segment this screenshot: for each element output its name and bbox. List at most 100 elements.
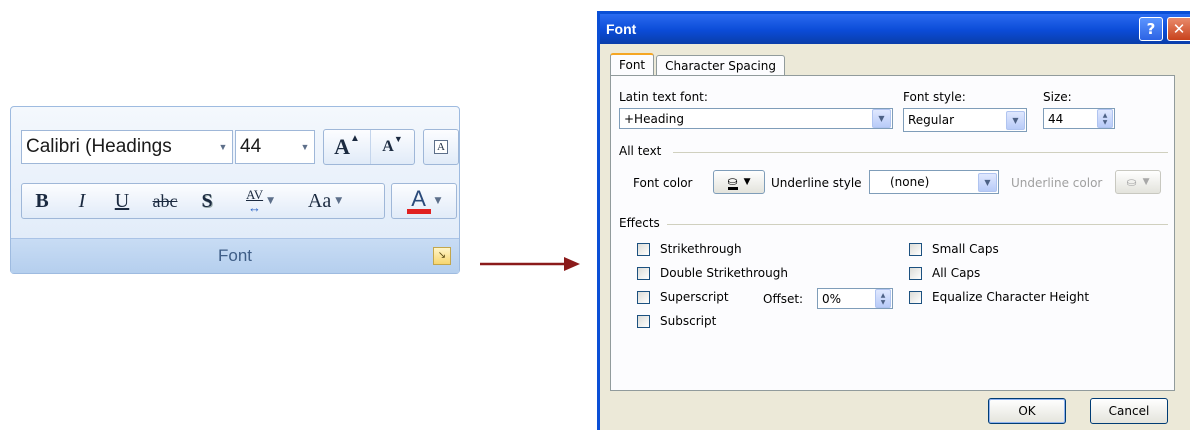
- size-input[interactable]: 44 ▲ ▼: [1043, 108, 1115, 129]
- strikethrough-button[interactable]: abc: [142, 184, 188, 218]
- underline-style-value: (none): [890, 175, 930, 189]
- clear-format-group: A: [423, 129, 459, 165]
- all-text-divider: [673, 152, 1168, 153]
- subscript-checkbox[interactable]: Subscript: [637, 314, 716, 328]
- tab-character-spacing[interactable]: Character Spacing: [656, 55, 785, 76]
- effects-divider: [667, 224, 1168, 225]
- change-case-button[interactable]: Aa ▼: [294, 184, 356, 218]
- tab-font-label: Font: [619, 58, 646, 72]
- cancel-label: Cancel: [1108, 404, 1150, 418]
- chevron-down-icon[interactable]: ▼: [435, 196, 442, 206]
- shrink-font-button[interactable]: A ▼: [370, 130, 414, 164]
- shadow-button[interactable]: S: [188, 184, 226, 218]
- size-label: Size:: [1043, 90, 1072, 104]
- checkbox-box[interactable]: [637, 290, 650, 304]
- underline-button[interactable]: U: [102, 184, 142, 218]
- ribbon-group-label: Font: [11, 238, 459, 273]
- eraser-icon: A: [434, 140, 448, 154]
- character-spacing-button[interactable]: AV ↔ ▼: [226, 184, 294, 218]
- bold-button[interactable]: B: [22, 184, 62, 218]
- superscript-label: Superscript: [660, 290, 729, 304]
- shadow-icon: S: [201, 189, 213, 212]
- dialog-launcher-icon[interactable]: ↘: [433, 247, 451, 265]
- chevron-down-icon[interactable]: ▼: [744, 177, 751, 187]
- ok-button[interactable]: OK: [988, 398, 1066, 424]
- checkbox-box[interactable]: [637, 314, 650, 328]
- help-icon: ?: [1146, 20, 1156, 38]
- checkbox-box[interactable]: [909, 290, 922, 304]
- close-icon: ✕: [1172, 20, 1186, 38]
- strikethrough-icon: abc: [152, 190, 178, 211]
- latin-font-label: Latin text font:: [619, 90, 708, 104]
- grow-font-button[interactable]: A ▲: [324, 130, 370, 164]
- cancel-button[interactable]: Cancel: [1090, 398, 1168, 424]
- checkbox-box[interactable]: [637, 266, 650, 280]
- tab-font[interactable]: Font: [610, 53, 655, 77]
- font-color-button[interactable]: A ▼: [392, 184, 456, 218]
- tab-strip: Font Character Spacing: [610, 52, 787, 77]
- bold-icon: B: [35, 189, 49, 212]
- chevron-down-icon[interactable]: ▼: [1143, 177, 1150, 187]
- paint-bucket-icon: ⛀: [1126, 175, 1137, 189]
- clear-formatting-button[interactable]: A: [424, 130, 458, 164]
- chevron-down-icon[interactable]: ▼: [296, 142, 314, 152]
- offset-label: Offset:: [763, 292, 804, 306]
- chevron-down-icon[interactable]: ▼: [1006, 110, 1025, 130]
- checkbox-box[interactable]: [909, 242, 922, 256]
- font-dialog: Font ? ✕ Font Character Spacing Latin te…: [597, 11, 1190, 430]
- font-size-combo[interactable]: 44 ▼: [235, 130, 315, 164]
- checkbox-box[interactable]: [909, 266, 922, 280]
- latin-font-select[interactable]: +Heading ▼: [619, 108, 893, 129]
- font-size-value: 44: [240, 136, 262, 157]
- font-color-icon: A: [411, 185, 426, 211]
- help-button[interactable]: ?: [1139, 17, 1163, 41]
- checkbox-box[interactable]: [637, 242, 650, 256]
- change-case-icon: Aa: [307, 189, 332, 212]
- all-caps-checkbox[interactable]: All Caps: [909, 266, 980, 280]
- chevron-down-icon[interactable]: ▼: [267, 196, 274, 206]
- superscript-checkbox[interactable]: Superscript: [637, 290, 729, 304]
- font-color-picker[interactable]: ⛀ ▼: [713, 170, 765, 194]
- latin-font-value: +Heading: [624, 111, 684, 126]
- font-color-group: A ▼: [391, 183, 457, 219]
- chevron-down-icon[interactable]: ▼: [978, 172, 997, 192]
- ribbon-row-2: B I U abc S AV ↔ ▼ Aa ▼ A ▼: [21, 183, 457, 219]
- spinner-icon[interactable]: ▲ ▼: [1097, 109, 1113, 128]
- close-button[interactable]: ✕: [1167, 17, 1190, 41]
- ribbon-row-1: Calibri (Headings ▼ 44 ▼ A ▲ A ▼ A: [21, 129, 459, 165]
- dialog-title: Font: [606, 21, 637, 37]
- font-color-swatch: [406, 208, 431, 214]
- font-style-select[interactable]: Regular ▼: [903, 108, 1027, 132]
- font-style-label: Font style:: [903, 90, 966, 104]
- chevron-down-icon[interactable]: ▼: [214, 142, 232, 152]
- grow-shrink-group: A ▲ A ▼: [323, 129, 415, 165]
- chevron-down-icon[interactable]: ▼: [335, 196, 342, 206]
- all-text-label: All text: [619, 144, 662, 158]
- underline-style-select[interactable]: (none) ▼: [869, 170, 999, 194]
- underline-icon: U: [114, 189, 130, 212]
- equalize-height-checkbox[interactable]: Equalize Character Height: [909, 290, 1089, 304]
- italic-icon: I: [78, 189, 86, 212]
- strikethrough-checkbox[interactable]: Strikethrough: [637, 242, 742, 256]
- subscript-label: Subscript: [660, 314, 717, 328]
- tab-character-spacing-label: Character Spacing: [665, 59, 776, 73]
- size-value: 44: [1048, 111, 1064, 126]
- underline-color-picker[interactable]: ⛀ ▼: [1115, 170, 1161, 194]
- small-caps-label: Small Caps: [932, 242, 999, 256]
- format-buttons-group: B I U abc S AV ↔ ▼ Aa ▼: [21, 183, 385, 219]
- strikethrough-label: Strikethrough: [660, 242, 742, 256]
- spinner-icon[interactable]: ▲ ▼: [875, 289, 891, 308]
- font-name-combo[interactable]: Calibri (Headings ▼: [21, 130, 233, 164]
- font-tab-panel: Latin text font: +Heading ▼ Font style: …: [610, 75, 1175, 391]
- font-style-value: Regular: [908, 113, 955, 127]
- offset-input[interactable]: 0% ▲ ▼: [817, 288, 893, 309]
- small-caps-checkbox[interactable]: Small Caps: [909, 242, 999, 256]
- double-strikethrough-checkbox[interactable]: Double Strikethrough: [637, 266, 788, 280]
- italic-button[interactable]: I: [62, 184, 102, 218]
- dialog-titlebar[interactable]: Font ? ✕: [600, 14, 1190, 44]
- ribbon-font-group: Calibri (Headings ▼ 44 ▼ A ▲ A ▼ A B I U…: [10, 106, 460, 274]
- ok-label: OK: [1018, 404, 1036, 418]
- offset-value: 0%: [822, 291, 842, 306]
- all-caps-label: All Caps: [932, 266, 981, 280]
- chevron-down-icon[interactable]: ▼: [872, 109, 891, 128]
